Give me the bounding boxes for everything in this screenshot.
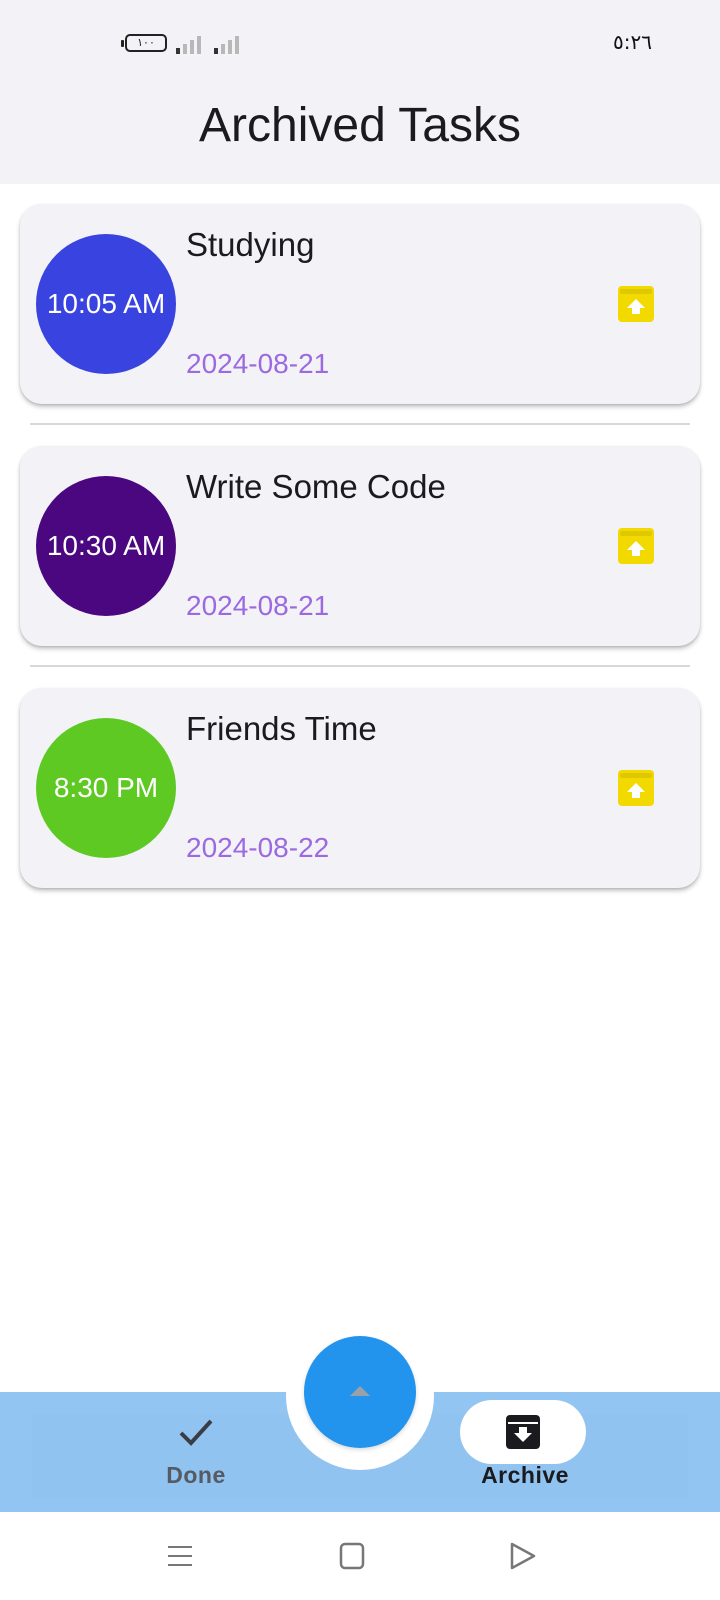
check-icon	[179, 1419, 213, 1446]
task-time-avatar: 8:30 PM	[36, 718, 176, 858]
back-triangle-icon[interactable]	[502, 1536, 542, 1576]
nav-item-archive[interactable]: Archive	[440, 1400, 610, 1512]
status-bar: ١٠٠ ٥:٢٦	[0, 0, 720, 90]
nav-item-label: Done	[166, 1462, 226, 1488]
task-time-avatar: 10:05 AM	[36, 234, 176, 374]
home-square-icon[interactable]	[332, 1536, 372, 1576]
unarchive-button[interactable]	[618, 528, 654, 564]
task-title: Studying	[186, 226, 315, 263]
task-time: 8:30 PM	[53, 772, 159, 803]
task-title: Write Some Code	[186, 468, 446, 505]
nav-item-label: Archive	[481, 1462, 569, 1488]
signal-bars-icon	[176, 34, 206, 54]
app-bar: Archived Tasks	[0, 90, 720, 184]
task-card[interactable]: 10:30 AM Write Some Code 2024-08-21	[20, 446, 700, 646]
divider	[30, 423, 690, 425]
task-date: 2024-08-22	[186, 832, 330, 863]
task-date: 2024-08-21	[186, 348, 330, 379]
unarchive-button[interactable]	[618, 770, 654, 806]
battery-level: ١٠٠	[137, 36, 155, 49]
status-time: ٥:٢٦	[613, 30, 652, 54]
battery-icon: ١٠٠	[121, 34, 167, 52]
task-time-avatar: 10:30 AM	[36, 476, 176, 616]
task-time: 10:30 AM	[46, 530, 166, 561]
menu-icon[interactable]	[160, 1536, 200, 1576]
unarchive-icon	[618, 528, 654, 564]
unarchive-icon	[618, 770, 654, 806]
task-card[interactable]: 10:05 AM Studying 2024-08-21	[20, 204, 700, 404]
add-task-fab[interactable]	[304, 1336, 416, 1448]
task-title: Friends Time	[186, 710, 377, 747]
caret-up-icon	[350, 1386, 370, 1396]
task-card[interactable]: 8:30 PM Friends Time 2024-08-22	[20, 688, 700, 888]
nav-item-done[interactable]: Done	[136, 1412, 256, 1512]
task-date: 2024-08-21	[186, 590, 330, 621]
system-navigation-bar	[0, 1512, 720, 1600]
divider	[30, 665, 690, 667]
signal-bars-icon	[214, 34, 244, 54]
page-title: Archived Tasks	[199, 99, 521, 152]
archive-icon	[506, 1415, 540, 1449]
nav-item-active-indicator	[460, 1400, 586, 1464]
unarchive-button[interactable]	[618, 286, 654, 322]
unarchive-icon	[618, 286, 654, 322]
task-time: 10:05 AM	[46, 288, 166, 319]
